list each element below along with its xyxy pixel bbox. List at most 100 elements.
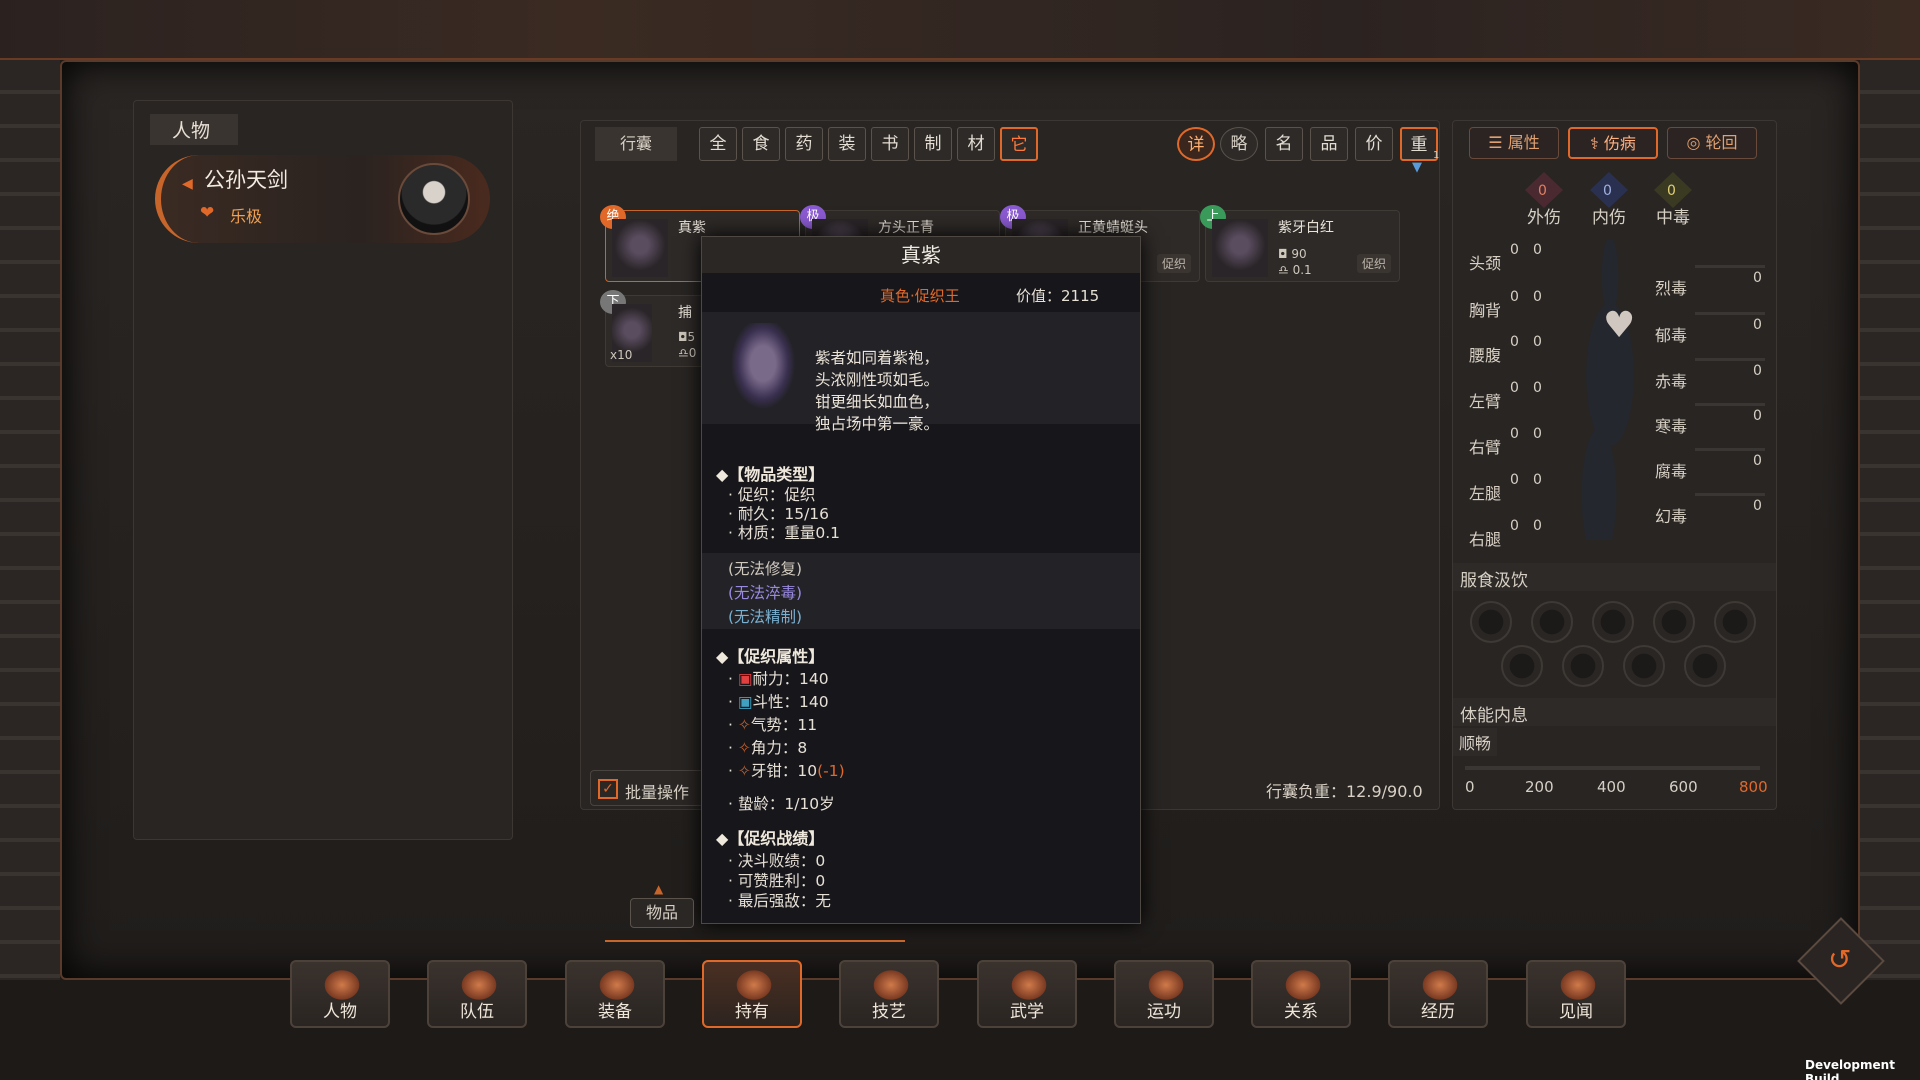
sort-grade[interactable]: 品	[1310, 127, 1348, 161]
bag-weight: 行囊负重：12.9/90.0	[1266, 782, 1423, 801]
filter-crafting[interactable]: 制	[914, 127, 952, 161]
food-slot[interactable]	[1592, 601, 1634, 643]
attr-row: · ✧角力：8	[728, 739, 808, 757]
attr-row: · ✧气势：11	[728, 716, 818, 734]
nav-skills[interactable]: 技艺	[839, 960, 939, 1028]
poison-bar	[1695, 493, 1765, 496]
scale-tick: 400	[1597, 778, 1626, 796]
left-ornament	[0, 60, 60, 980]
item-value: ◘ 90	[1278, 247, 1307, 261]
character-pointer-icon: ◀	[182, 176, 193, 192]
sort-name[interactable]: 名	[1265, 127, 1303, 161]
poison-illusion-value: 0	[1753, 498, 1762, 514]
dev-build-label: Development Build	[1805, 1058, 1895, 1080]
batch-operation-button[interactable]: ✓ 批量操作	[590, 770, 710, 806]
sort-direction-icon: ▼	[1412, 160, 1422, 175]
tab-rebirth[interactable]: ◎ 轮回	[1667, 127, 1757, 159]
item-value-text: 90	[1291, 247, 1307, 261]
chest-outer: 0	[1510, 289, 1519, 305]
poem-line: 钳更细长如血色，	[815, 393, 940, 411]
body-part-left-leg: 左腿	[1469, 484, 1502, 503]
nav-team[interactable]: 队伍	[427, 960, 527, 1028]
age-row: · 蛰龄：1/10岁	[728, 795, 835, 813]
item-name: 方头正青	[878, 220, 934, 236]
scale-tick: 0	[1465, 778, 1475, 796]
character-avatar[interactable]	[398, 163, 470, 235]
filter-other[interactable]: 它	[1000, 127, 1038, 161]
item-weight: ♎0	[678, 346, 697, 360]
food-slot[interactable]	[1501, 645, 1543, 687]
poison-rot: 腐毒	[1655, 462, 1688, 481]
poison-bar	[1695, 312, 1765, 315]
filter-medicine[interactable]: 药	[785, 127, 823, 161]
filter-all[interactable]: 全	[699, 127, 737, 161]
head-outer: 0	[1510, 242, 1519, 258]
nav-equipment[interactable]: 装备	[565, 960, 665, 1028]
food-slot[interactable]	[1714, 601, 1756, 643]
character-panel-title: 人物	[150, 114, 239, 145]
abdomen-inner: 0	[1533, 334, 1542, 350]
poison-rot-value: 0	[1753, 453, 1762, 469]
right-ornament	[1860, 60, 1920, 980]
poison-fierce-value: 0	[1753, 270, 1762, 286]
item-card[interactable]: 下 捕 x10 ◘5 ♎0	[600, 290, 705, 367]
body-part-right-leg: 右腿	[1469, 530, 1502, 549]
food-slot[interactable]	[1623, 645, 1665, 687]
poison-label: 中毒	[1656, 208, 1690, 228]
sort-price[interactable]: 价	[1355, 127, 1393, 161]
tab-injuries[interactable]: ⚕ 伤病	[1568, 127, 1658, 159]
nav-knowledge[interactable]: 见闻	[1526, 960, 1626, 1028]
stamina-state: 顺畅	[1453, 728, 1498, 756]
nav-inventory[interactable]: 持有	[702, 960, 802, 1028]
checkbox-icon[interactable]: ✓	[598, 779, 618, 799]
tooltip-title: 真紫	[702, 237, 1140, 273]
poison-bar	[1695, 358, 1765, 361]
nav-relations[interactable]: 关系	[1251, 960, 1351, 1028]
filter-materials[interactable]: 材	[957, 127, 995, 161]
food-slot[interactable]	[1562, 645, 1604, 687]
poison-cold-value: 0	[1753, 408, 1762, 424]
poison-cold: 寒毒	[1655, 417, 1688, 436]
attr-row: · ✧牙钳：10(-1)	[728, 762, 845, 780]
scale-tick: 800	[1739, 778, 1768, 796]
mandible-icon: ✧	[737, 762, 751, 780]
nav-history[interactable]: 经历	[1388, 960, 1488, 1028]
right-leg-outer: 0	[1510, 518, 1519, 534]
nav-character[interactable]: 人物	[290, 960, 390, 1028]
left-arm-inner: 0	[1533, 380, 1542, 396]
flag-no-repair: (无法修复)	[728, 560, 803, 578]
section-battle-record: ◆【促织战绩】	[716, 829, 825, 848]
items-tab[interactable]: 物品	[630, 898, 694, 928]
bag-label: 行囊	[595, 127, 677, 161]
sort-detail[interactable]: 详	[1177, 127, 1215, 161]
sort-brief[interactable]: 略	[1220, 127, 1258, 161]
food-slot[interactable]	[1684, 645, 1726, 687]
body-part-chest: 胸背	[1469, 301, 1502, 320]
collapse-arrow-icon[interactable]: ▲	[654, 882, 663, 896]
fighting-icon: ▣	[737, 693, 753, 711]
tab-attributes[interactable]: ☰ 属性	[1469, 127, 1559, 159]
poison-gloom: 郁毒	[1655, 326, 1688, 345]
nav-martial-arts[interactable]: 武学	[977, 960, 1077, 1028]
left-arm-outer: 0	[1510, 380, 1519, 396]
batch-label: 批量操作	[625, 783, 690, 802]
cricket-icon	[1212, 219, 1268, 277]
battle-row: · 最后强敌：无	[728, 892, 831, 910]
food-slot[interactable]	[1470, 601, 1512, 643]
item-name: 紫牙白红	[1278, 220, 1334, 236]
right-leg-inner: 0	[1533, 518, 1542, 534]
mood-heart-icon: ❤	[200, 203, 215, 223]
filter-books[interactable]: 书	[871, 127, 909, 161]
item-tag: 促织	[1356, 254, 1391, 273]
filter-food[interactable]: 食	[742, 127, 780, 161]
filter-equipment[interactable]: 装	[828, 127, 866, 161]
battle-row: · 决斗败绩：0	[728, 852, 826, 870]
outer-wound-value: 0	[1538, 183, 1547, 199]
food-slot[interactable]	[1531, 601, 1573, 643]
item-card[interactable]: 上 紫牙白红 ◘ 90 ♎ 0.1 促织	[1200, 205, 1400, 282]
outer-wound-label: 外伤	[1527, 208, 1561, 228]
food-slot[interactable]	[1653, 601, 1695, 643]
nav-cultivation[interactable]: 运功	[1114, 960, 1214, 1028]
head-inner: 0	[1533, 242, 1542, 258]
abdomen-outer: 0	[1510, 334, 1519, 350]
